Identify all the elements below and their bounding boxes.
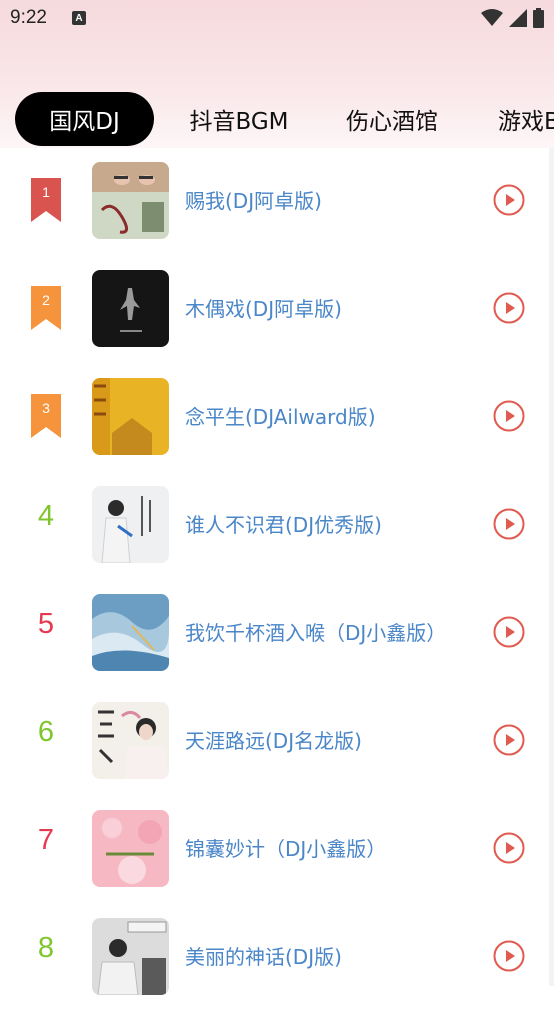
- tab-game-bgm[interactable]: 游戏BGM: [482, 92, 554, 146]
- rank-badge: 1: [31, 178, 61, 222]
- play-circle-icon[interactable]: [493, 184, 525, 216]
- rank-badge: 3: [31, 394, 61, 438]
- play-circle-icon[interactable]: [493, 292, 525, 324]
- album-cover: [92, 594, 169, 671]
- play-circle-icon[interactable]: [493, 508, 525, 540]
- play-circle-icon[interactable]: [493, 616, 525, 648]
- play-circle-icon[interactable]: [493, 940, 525, 972]
- signal-icon: [509, 9, 527, 27]
- rank-number: 6: [37, 716, 55, 748]
- status-time: 9:22: [10, 7, 47, 28]
- rank-badge: 2: [31, 286, 61, 330]
- album-cover: [92, 918, 169, 995]
- play-circle-icon[interactable]: [493, 832, 525, 864]
- album-cover: [92, 486, 169, 563]
- tab-douyin-bgm[interactable]: 抖音BGM: [175, 92, 303, 146]
- play-circle-icon[interactable]: [493, 400, 525, 432]
- scroll-edge: [549, 148, 554, 986]
- rank-number: 2: [42, 292, 50, 308]
- song-item[interactable]: 1 赐我(DJ阿卓版): [0, 148, 554, 256]
- rank-number: 7: [37, 824, 55, 856]
- tab-shangxin-jiuguan[interactable]: 伤心酒馆: [330, 92, 454, 146]
- song-item[interactable]: 3 念平生(DJAilward版): [0, 364, 554, 472]
- battery-icon: [533, 8, 544, 28]
- song-title: 赐我(DJ阿卓版): [185, 189, 322, 213]
- song-title: 念平生(DJAilward版): [185, 405, 376, 429]
- album-cover: [92, 702, 169, 779]
- album-cover: [92, 162, 169, 239]
- rank-number: 1: [42, 184, 50, 200]
- rank-number: 3: [42, 400, 50, 416]
- status-icons: [481, 8, 544, 28]
- song-item[interactable]: 4 谁人不识君(DJ优秀版): [0, 472, 554, 580]
- song-title: 锦囊妙计（DJ小鑫版）: [185, 837, 387, 861]
- rank-number: 8: [37, 932, 55, 964]
- song-item[interactable]: 7 锦囊妙计（DJ小鑫版）: [0, 796, 554, 904]
- play-circle-icon[interactable]: [493, 724, 525, 756]
- song-title: 天涯路远(DJ名龙版): [185, 729, 362, 753]
- album-cover: [92, 810, 169, 887]
- rank-number: 4: [37, 500, 55, 532]
- status-bar: 9:22 A: [0, 0, 554, 40]
- song-title: 美丽的神话(DJ版): [185, 945, 342, 969]
- category-tabs: 国风DJ 抖音BGM 伤心酒馆 游戏BGM: [0, 92, 554, 148]
- song-item[interactable]: 6 天涯路远(DJ名龙版): [0, 688, 554, 796]
- song-item[interactable]: 8 美丽的神话(DJ版): [0, 904, 554, 1012]
- song-item[interactable]: 5 我饮千杯酒入喉（DJ小鑫版）: [0, 580, 554, 688]
- rank-number: 5: [37, 608, 55, 640]
- song-title: 木偶戏(DJ阿卓版): [185, 297, 342, 321]
- song-title: 谁人不识君(DJ优秀版): [185, 513, 382, 537]
- song-title: 我饮千杯酒入喉（DJ小鑫版）: [185, 621, 447, 645]
- notification-icon: A: [72, 11, 86, 25]
- song-item[interactable]: 2 木偶戏(DJ阿卓版): [0, 256, 554, 364]
- album-cover: [92, 270, 169, 347]
- tab-guofeng-dj[interactable]: 国风DJ: [15, 92, 154, 146]
- wifi-icon: [481, 9, 503, 26]
- album-cover: [92, 378, 169, 455]
